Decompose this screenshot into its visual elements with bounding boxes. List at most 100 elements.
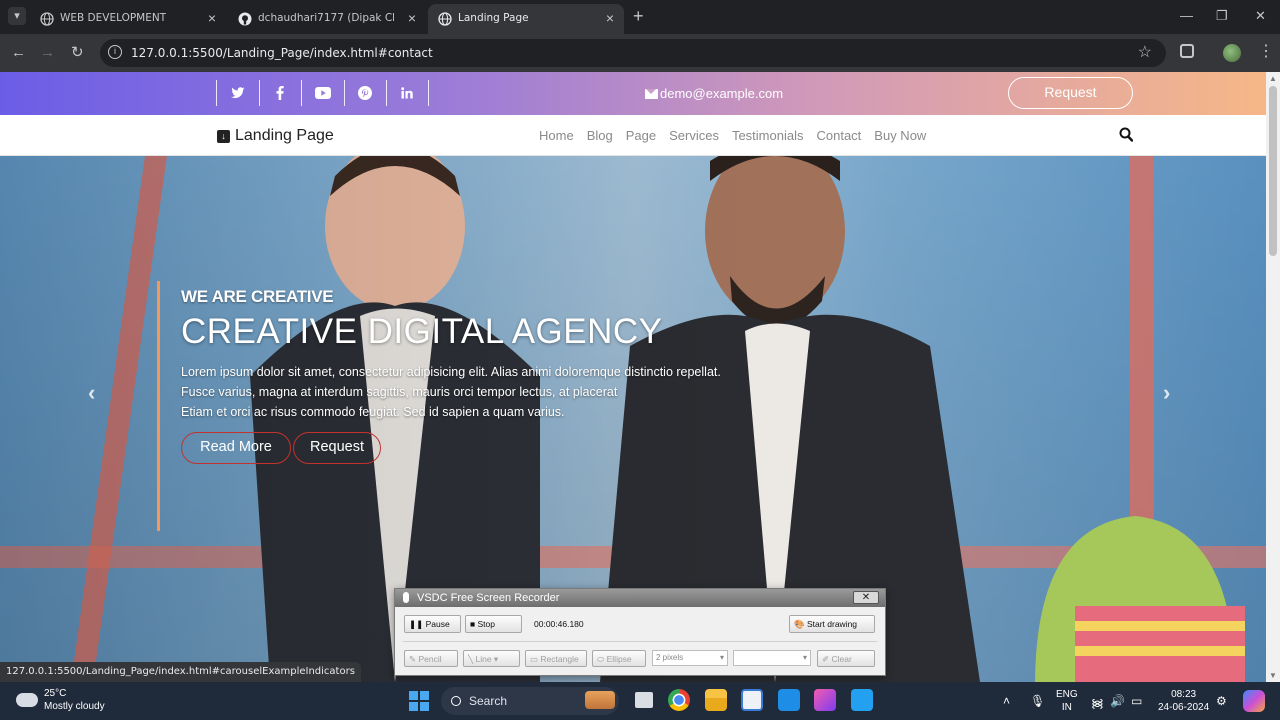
microphone-icon[interactable]: 🎙 — [1030, 694, 1045, 708]
palette-icon: 🎨 — [794, 619, 807, 629]
facebook-icon[interactable] — [258, 80, 302, 106]
pencil-tool-button[interactable]: ✎ Pencil — [404, 650, 458, 667]
contact-email[interactable]: demo@example.com — [645, 86, 783, 101]
windows-start-icon[interactable] — [409, 691, 429, 711]
search-icon[interactable] — [1119, 127, 1133, 143]
task-view-icon[interactable] — [635, 692, 653, 708]
nav-link-services[interactable]: Services — [669, 128, 719, 143]
pinterest-icon[interactable] — [343, 80, 387, 106]
browser-tab-landing-page[interactable]: Landing Page × — [428, 4, 624, 34]
nav-menu: Home Blog Page Services Testimonials Con… — [539, 128, 939, 143]
clear-button[interactable]: ✐ Clear — [817, 650, 875, 667]
maximize-icon[interactable]: ❐ — [1216, 8, 1228, 24]
new-tab-icon[interactable]: + — [633, 7, 644, 25]
browser-tab-web-development[interactable]: WEB DEVELOPMENT × — [30, 4, 226, 34]
pause-button[interactable]: ❚❚ Pause — [404, 615, 461, 633]
chrome-icon[interactable] — [668, 689, 690, 711]
forward-icon[interactable]: → — [40, 44, 55, 62]
weather-condition: Mostly cloudy — [44, 701, 105, 712]
nav-link-testimonials[interactable]: Testimonials — [732, 128, 804, 143]
weather-widget[interactable]: 25°C Mostly cloudy — [13, 687, 105, 713]
address-url[interactable]: 127.0.0.1:5500/Landing_Page/index.html#c… — [131, 46, 433, 60]
app-icon[interactable] — [778, 689, 800, 711]
more-menu-icon[interactable]: ⋮ — [1258, 43, 1274, 61]
stroke-width-select[interactable]: 2 pixels ▾ — [652, 650, 728, 666]
partly-cloudy-icon — [13, 689, 38, 707]
hero-description-line: Etiam et orci ac risus commodo feugiat. … — [181, 405, 565, 419]
browser-tab-strip: ▾ WEB DEVELOPMENT × dchaudhari7177 (Dipa… — [0, 0, 1280, 34]
close-icon[interactable]: ✕ — [853, 591, 879, 604]
microsoft-store-icon[interactable] — [741, 689, 763, 711]
pause-icon: ❚❚ — [409, 619, 426, 629]
close-window-icon[interactable]: ✕ — [1255, 8, 1266, 24]
file-explorer-icon[interactable] — [705, 689, 727, 711]
close-tab-icon[interactable]: × — [606, 10, 614, 26]
scrollbar-thumb[interactable] — [1269, 86, 1277, 256]
browser-tab-github[interactable]: dchaudhari7177 (Dipak Chaudh × — [228, 4, 426, 34]
recording-timer: 00:00:46.180 — [534, 619, 584, 629]
tab-search-button[interactable]: ▾ — [8, 7, 26, 25]
wifi-icon[interactable]: ᯼ — [1091, 694, 1104, 711]
stop-icon: ■ — [470, 619, 478, 629]
request-button[interactable]: Request — [1008, 77, 1133, 109]
nav-link-buy-now[interactable]: Buy Now — [874, 128, 926, 143]
email-text[interactable]: demo@example.com — [660, 86, 783, 101]
start-drawing-label: Start drawing — [806, 619, 858, 629]
settings-gear-icon[interactable]: ⚙ — [1216, 694, 1227, 708]
color-select[interactable]: ▾ — [733, 650, 811, 666]
vscode-icon[interactable] — [851, 689, 873, 711]
ellipse-icon: ⬭ — [597, 654, 607, 664]
hero-request-button[interactable]: Request — [293, 432, 381, 464]
close-tab-icon[interactable]: × — [408, 10, 416, 26]
page-scrollbar[interactable]: ▲ ▼ — [1266, 72, 1280, 682]
tab-title: Landing Page — [458, 12, 529, 24]
stop-button[interactable]: ■ Stop — [465, 615, 522, 633]
line-tool-button[interactable]: ╲ Line ▾ — [463, 650, 520, 667]
search-highlight-icon[interactable] — [585, 691, 615, 709]
recorder-titlebar[interactable]: VSDC Free Screen Recorder ✕ — [395, 589, 885, 607]
divider — [403, 641, 877, 642]
hero-description-line: Lorem ipsum dolor sit amet, consectetur … — [181, 365, 721, 379]
read-more-button[interactable]: Read More — [181, 432, 291, 464]
bookmark-star-icon[interactable]: ☆ — [1138, 42, 1152, 62]
youtube-icon[interactable] — [301, 80, 344, 106]
scroll-down-icon[interactable]: ▼ — [1269, 671, 1277, 680]
address-bar[interactable]: i 127.0.0.1:5500/Landing_Page/index.html… — [100, 39, 1166, 67]
search-icon — [451, 696, 461, 706]
chevron-up-icon[interactable]: ˄ — [1003, 694, 1010, 708]
globe-icon — [40, 12, 54, 26]
close-tab-icon[interactable]: × — [208, 10, 216, 26]
rectangle-tool-button[interactable]: ▭ Rectangle — [525, 650, 587, 667]
start-drawing-button[interactable]: 🎨 Start drawing — [789, 615, 875, 633]
reload-icon[interactable]: ↻ — [71, 44, 84, 62]
nav-link-contact[interactable]: Contact — [816, 128, 861, 143]
browser-toolbar: ← → ↻ i 127.0.0.1:5500/Landing_Page/inde… — [0, 34, 1280, 72]
link-status-url: 127.0.0.1:5500/Landing_Page/index.html#c… — [0, 662, 361, 682]
carousel-next-icon[interactable]: › — [1163, 380, 1170, 406]
minimize-icon[interactable]: — — [1180, 8, 1193, 23]
chevron-down-icon: ▾ — [719, 653, 724, 662]
taskbar-search-label: Search — [469, 694, 508, 708]
battery-icon[interactable]: ▭ — [1131, 694, 1142, 708]
carousel-prev-icon[interactable]: ‹ — [88, 380, 95, 406]
clock[interactable]: 08:23 24-06-2024 — [1158, 688, 1209, 714]
brand-name: Landing Page — [235, 127, 334, 144]
scroll-up-icon[interactable]: ▲ — [1269, 74, 1277, 83]
extensions-icon[interactable] — [1180, 44, 1194, 58]
nav-link-blog[interactable]: Blog — [587, 128, 613, 143]
tab-title: dchaudhari7177 (Dipak Chaudh — [258, 12, 394, 24]
language-indicator[interactable]: ENG IN — [1056, 688, 1078, 714]
brand-link[interactable]: ↓ Landing Page — [217, 127, 334, 145]
profile-avatar[interactable] — [1223, 44, 1241, 62]
copilot-icon[interactable] — [1243, 690, 1265, 712]
back-icon[interactable]: ← — [11, 44, 26, 62]
site-info-icon[interactable]: i — [108, 45, 122, 59]
linkedin-icon[interactable] — [386, 80, 429, 106]
ellipse-tool-button[interactable]: ⬭ Ellipse — [592, 650, 646, 667]
nav-link-page[interactable]: Page — [626, 128, 656, 143]
pause-label: Pause — [425, 619, 450, 629]
twitter-icon[interactable] — [216, 80, 259, 106]
nav-link-home[interactable]: Home — [539, 128, 574, 143]
volume-icon[interactable]: 🔊 — [1110, 694, 1125, 708]
app-icon[interactable] — [814, 689, 836, 711]
